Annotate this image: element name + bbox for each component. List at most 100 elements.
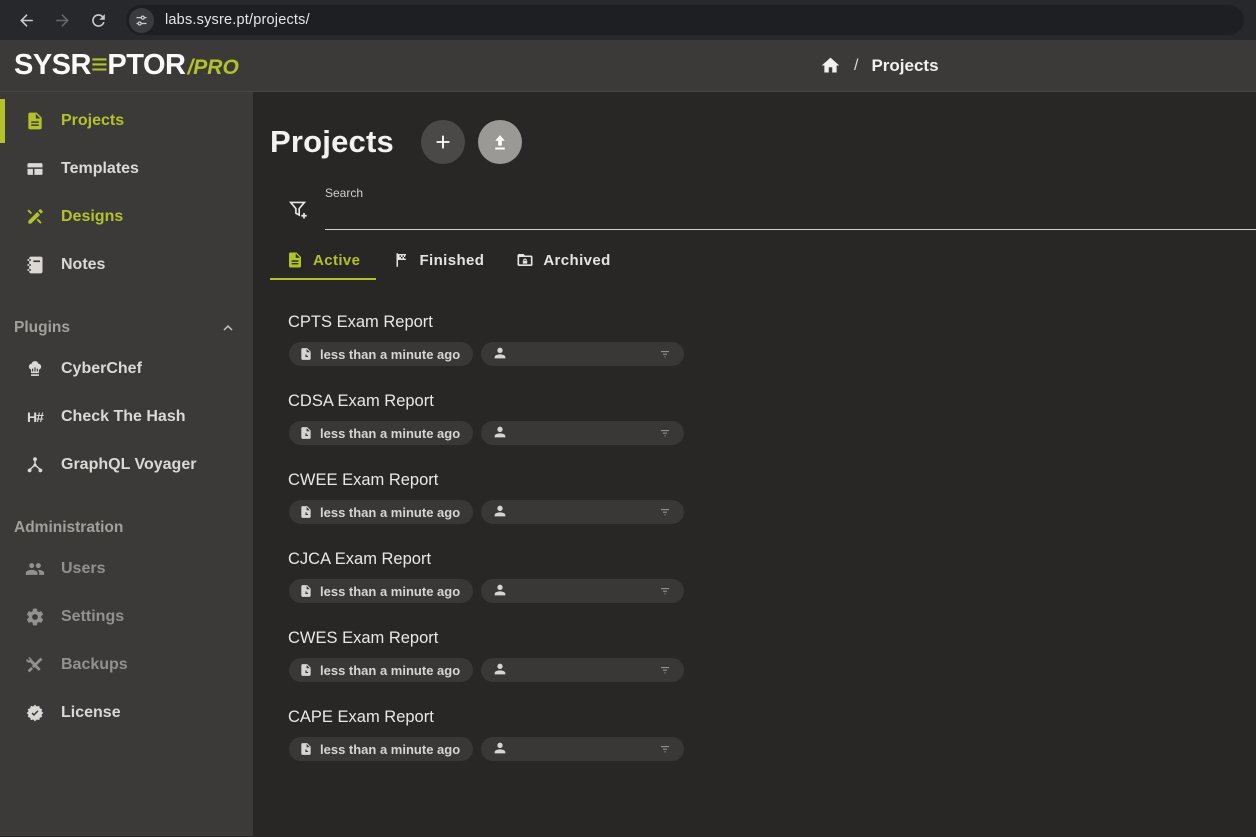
sidebar-item-templates[interactable]: Templates: [0, 145, 253, 193]
sidebar-item-check-the-hash[interactable]: H# Check The Hash: [0, 393, 253, 441]
file-clock-icon: [299, 505, 313, 519]
sidebar-item-settings[interactable]: Settings: [0, 593, 253, 641]
plugins-section-label: Plugins: [14, 319, 70, 337]
logo-text-2: PTOR: [107, 49, 185, 82]
filter-plus-icon: [287, 198, 309, 220]
reload-icon: [89, 11, 108, 30]
project-updated-text: less than a minute ago: [320, 742, 460, 757]
breadcrumb-home-link[interactable]: [820, 55, 841, 76]
project-updated-chip: less than a minute ago: [289, 342, 473, 366]
tab-finished[interactable]: Finished: [376, 242, 500, 280]
breadcrumb-separator: /: [854, 57, 858, 75]
project-title[interactable]: CAPE Exam Report: [288, 708, 1256, 727]
home-icon: [820, 55, 841, 76]
browser-toolbar: labs.sysre.pt/projects/: [0, 0, 1256, 40]
sidebar-item-users[interactable]: Users: [0, 545, 253, 593]
arrow-left-icon: [17, 11, 36, 30]
person-icon: [492, 424, 508, 443]
project-title[interactable]: CPTS Exam Report: [288, 313, 1256, 332]
project-title[interactable]: CJCA Exam Report: [288, 550, 1256, 569]
breadcrumb-current[interactable]: Projects: [871, 56, 938, 76]
tab-active[interactable]: Active: [270, 242, 376, 280]
search-label: Search: [325, 186, 1256, 200]
tab-label: Finished: [419, 252, 484, 269]
sidebar-item-graphql-voyager[interactable]: GraphQL Voyager: [0, 441, 253, 489]
browser-reload-button[interactable]: [80, 3, 116, 37]
plus-icon: [432, 131, 454, 153]
sidebar-item-backups[interactable]: Backups: [0, 641, 253, 689]
page-title: Projects: [270, 124, 394, 160]
browser-forward-button[interactable]: [44, 3, 80, 37]
sidebar-item-label: Projects: [61, 112, 124, 130]
filter-add-button[interactable]: [287, 198, 311, 222]
project-row: CJCA Exam Report less than a minute ago: [270, 550, 1256, 603]
breadcrumb: / Projects: [820, 40, 939, 91]
person-icon: [492, 582, 508, 601]
filter-lines-icon: [657, 425, 673, 441]
person-icon: [492, 503, 508, 522]
license-badge-icon: [24, 702, 46, 724]
file-clock-icon: [299, 584, 313, 598]
file-document-icon: [286, 251, 304, 269]
project-row: CPTS Exam Report less than a minute ago: [270, 313, 1256, 366]
project-updated-chip: less than a minute ago: [289, 658, 473, 682]
project-title[interactable]: CWES Exam Report: [288, 629, 1256, 648]
project-members-chip[interactable]: [481, 342, 684, 366]
browser-back-button[interactable]: [8, 3, 44, 37]
filter-lines-icon: [657, 662, 673, 678]
sidebar-item-label: Backups: [61, 656, 128, 674]
project-members-chip[interactable]: [481, 579, 684, 603]
project-row: CWEE Exam Report less than a minute ago: [270, 471, 1256, 524]
app-header: SYSR≡PTOR/PRO / Projects: [0, 40, 1256, 92]
arrow-right-icon: [53, 11, 72, 30]
site-info-button[interactable]: [129, 8, 154, 33]
tab-label: Archived: [543, 252, 610, 269]
pencil-ruler-icon: [24, 206, 46, 228]
chef-hat-icon: [24, 358, 46, 380]
users-icon: [24, 558, 46, 580]
project-updated-text: less than a minute ago: [320, 426, 460, 441]
sidebar-item-label: CyberChef: [61, 360, 142, 378]
sidebar-item-label: Notes: [61, 256, 105, 274]
project-title[interactable]: CDSA Exam Report: [288, 392, 1256, 411]
logo-text-1: SYSR: [14, 49, 91, 82]
file-clock-icon: [299, 663, 313, 677]
logo-e-glyph: ≡: [91, 49, 107, 82]
sidebar-item-projects[interactable]: Projects: [0, 97, 253, 145]
sidebar-item-label: Check The Hash: [61, 408, 185, 426]
project-title[interactable]: CWEE Exam Report: [288, 471, 1256, 490]
project-members-chip[interactable]: [481, 500, 684, 524]
filter-lines-icon: [657, 583, 673, 599]
file-document-icon: [24, 110, 46, 132]
main-content: Projects Search Active: [253, 92, 1256, 836]
project-updated-chip: less than a minute ago: [289, 737, 473, 761]
sidebar-item-designs[interactable]: Designs: [0, 193, 253, 241]
sidebar-item-label: Settings: [61, 608, 124, 626]
sidebar-section-administration: Administration: [0, 511, 253, 545]
project-row: CWES Exam Report less than a minute ago: [270, 629, 1256, 682]
sidebar-item-cyberchef[interactable]: CyberChef: [0, 345, 253, 393]
sidebar-item-notes[interactable]: Notes: [0, 241, 253, 289]
create-project-button[interactable]: [421, 120, 465, 164]
notebook-icon: [24, 254, 46, 276]
project-row: CAPE Exam Report less than a minute ago: [270, 708, 1256, 761]
address-bar[interactable]: labs.sysre.pt/projects/: [126, 5, 1244, 35]
sidebar-item-label: Templates: [61, 160, 139, 178]
search-input[interactable]: [325, 204, 1256, 230]
sidebar-section-plugins[interactable]: Plugins: [0, 311, 253, 345]
person-icon: [492, 740, 508, 759]
import-project-button[interactable]: [478, 120, 522, 164]
sidebar: Projects Templates Designs Notes Plugins: [0, 92, 253, 836]
project-updated-chip: less than a minute ago: [289, 579, 473, 603]
project-members-chip[interactable]: [481, 737, 684, 761]
file-clock-icon: [299, 742, 313, 756]
project-members-chip[interactable]: [481, 421, 684, 445]
sidebar-item-label: GraphQL Voyager: [61, 456, 196, 474]
tools-icon: [24, 654, 46, 676]
sysreptor-logo[interactable]: SYSR≡PTOR/PRO: [14, 49, 239, 82]
file-clock-icon: [299, 426, 313, 440]
sidebar-item-license[interactable]: License: [0, 689, 253, 737]
project-members-chip[interactable]: [481, 658, 684, 682]
project-row: CDSA Exam Report less than a minute ago: [270, 392, 1256, 445]
tab-archived[interactable]: Archived: [500, 242, 626, 280]
